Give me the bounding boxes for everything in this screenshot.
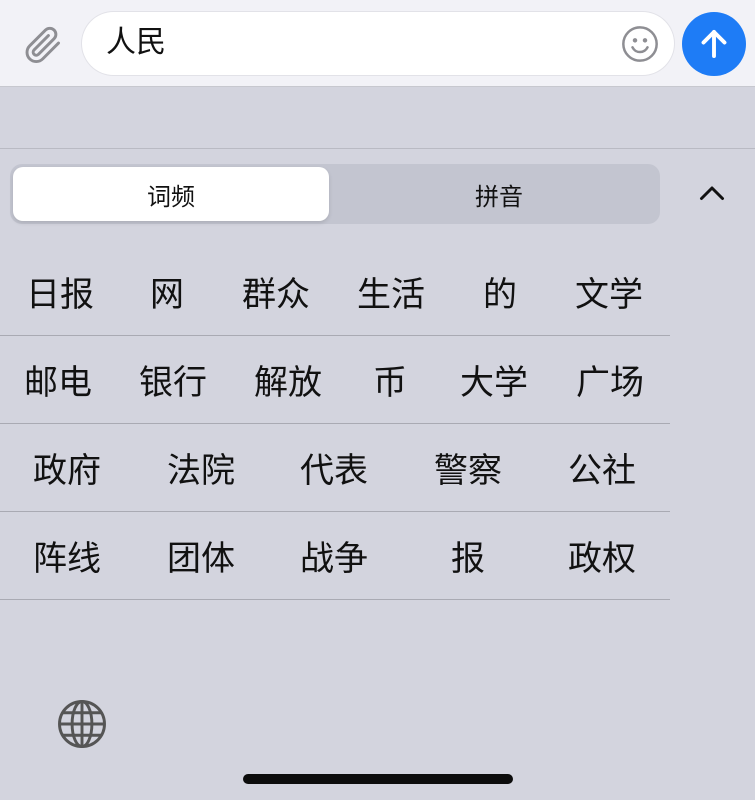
home-indicator [243, 774, 513, 784]
candidate-word[interactable]: 团体 [167, 512, 235, 598]
message-input-container [82, 12, 674, 75]
candidate-row: 阵线 团体 战争 报 政权 [0, 512, 670, 600]
candidate-word[interactable]: 币 [373, 336, 407, 422]
candidate-word[interactable]: 广场 [576, 336, 644, 422]
candidate-grid: 日报 网 群众 生活 的 文学 邮电 银行 解放 币 大学 广场 政府 法院 代… [0, 248, 670, 600]
candidate-word[interactable]: 代表 [300, 424, 368, 510]
emoji-icon[interactable] [618, 22, 662, 66]
candidate-word[interactable]: 邮电 [24, 336, 92, 422]
candidate-word[interactable]: 群众 [242, 248, 310, 334]
candidate-word[interactable]: 政府 [33, 424, 101, 510]
candidate-word[interactable]: 网 [150, 248, 184, 334]
globe-icon[interactable] [50, 692, 114, 756]
candidate-word[interactable]: 政权 [568, 512, 636, 598]
candidate-word[interactable]: 生活 [357, 248, 425, 334]
keyboard-top-divider [0, 148, 755, 149]
tab-pinyin[interactable]: 拼音 [341, 167, 657, 221]
candidate-word[interactable]: 法院 [167, 424, 235, 510]
composer-bar [0, 0, 755, 87]
tab-frequency[interactable]: 词频 [13, 167, 329, 221]
candidate-word[interactable]: 公社 [568, 424, 636, 510]
send-button[interactable] [682, 12, 746, 76]
candidate-word[interactable]: 警察 [434, 424, 502, 510]
candidate-word[interactable]: 战争 [300, 512, 368, 598]
candidate-row: 政府 法院 代表 警察 公社 [0, 424, 670, 512]
chevron-up-icon[interactable] [684, 168, 740, 220]
arrow-up-icon [701, 30, 727, 58]
candidate-word[interactable]: 文学 [575, 248, 643, 334]
sort-segmented-control: 词频 拼音 [10, 164, 660, 224]
message-input[interactable] [106, 20, 606, 66]
candidate-word[interactable]: 大学 [460, 336, 528, 422]
candidate-word[interactable]: 日报 [26, 248, 94, 334]
candidate-word[interactable]: 的 [483, 248, 517, 334]
candidate-word[interactable]: 银行 [139, 336, 207, 422]
candidate-row: 日报 网 群众 生活 的 文学 [0, 248, 670, 336]
candidate-word[interactable]: 阵线 [33, 512, 101, 598]
candidate-row: 邮电 银行 解放 币 大学 广场 [0, 336, 670, 424]
paperclip-icon[interactable] [18, 20, 66, 68]
candidate-word[interactable]: 报 [451, 512, 485, 598]
candidate-word[interactable]: 解放 [254, 336, 322, 422]
